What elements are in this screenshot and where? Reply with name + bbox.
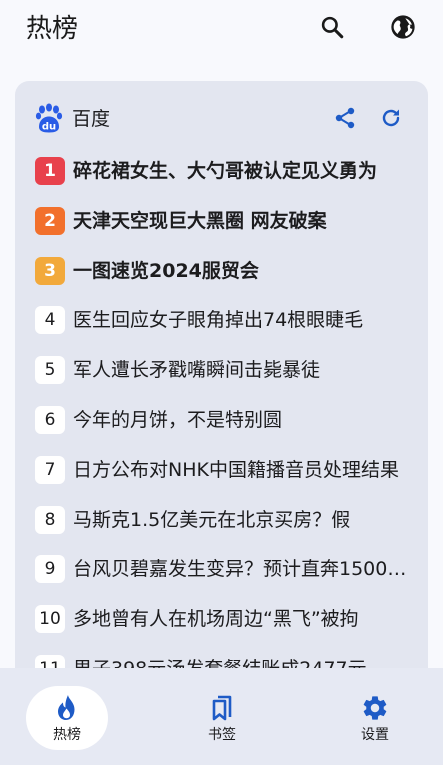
nav-bookmarks[interactable]: 书签 (181, 686, 263, 750)
item-title: 今年的月饼，不是特别圆 (73, 408, 283, 431)
list-item[interactable]: 4 医生回应女子眼角掉出74根眼睫毛 (15, 306, 428, 356)
rank-badge: 5 (35, 356, 65, 385)
gear-icon (361, 694, 389, 722)
list-item[interactable]: 1 碎花裙女生、大勺哥被认定见义勇为 (15, 157, 428, 207)
item-title: 医生回应女子眼角掉出74根眼睫毛 (73, 309, 364, 332)
rank-badge: 8 (35, 505, 65, 534)
rank-badge: 4 (35, 306, 65, 335)
refresh-icon[interactable] (378, 105, 404, 131)
app-root: 热榜 du 百度 1 碎花裙女生、大勺哥被认定见义勇为 2 天津天空现巨大黑圈 … (0, 0, 443, 765)
rank-badge: 7 (35, 455, 65, 484)
nav-hot-label: 热榜 (53, 727, 81, 743)
page-title: 热榜 (26, 14, 79, 44)
hot-list: 1 碎花裙女生、大勺哥被认定见义勇为 2 天津天空现巨大黑圈 网友破案 3 一图速览202… (15, 157, 428, 705)
list-item[interactable]: 5 军人遭长矛戳嘴瞬间击毙暴徒 (15, 356, 428, 406)
hot-list-card: du 百度 1 碎花裙女生、大勺哥被认定见义勇为 2 天津天空现巨大黑圈 网友破… (15, 81, 428, 765)
globe-icon[interactable] (388, 12, 418, 42)
rank-badge: 2 (35, 206, 65, 235)
search-icon[interactable] (317, 12, 347, 42)
item-title: 日方公布对NHK中国籍播音员处理结果 (73, 458, 399, 481)
bottom-nav: 热榜 书签 设置 (0, 668, 443, 765)
rank-badge: 9 (35, 555, 65, 584)
item-title: 军人遭长矛戳嘴瞬间击毙暴徒 (73, 359, 321, 382)
card-header: du 百度 (15, 81, 428, 157)
item-title: 马斯克1.5亿美元在北京买房？假 (73, 508, 351, 531)
list-item[interactable]: 7 日方公布对NHK中国籍播音员处理结果 (15, 455, 428, 506)
item-title: 一图速览2024服贸会 (73, 259, 259, 282)
baidu-logo: du (35, 103, 63, 133)
nav-settings-label: 设置 (361, 727, 389, 743)
item-title: 碎花裙女生、大勺哥被认定见义勇为 (73, 160, 378, 182)
list-item[interactable]: 3 一图速览2024服贸会 (15, 256, 428, 307)
nav-bookmarks-label: 书签 (208, 727, 236, 743)
nav-settings[interactable]: 设置 (334, 686, 416, 750)
rank-badge: 10 (35, 605, 65, 634)
list-item[interactable]: 10 多地曾有人在机场周边“黑飞”被拘 (15, 605, 428, 655)
baidu-logo-text: du (42, 122, 56, 133)
rank-badge: 3 (35, 256, 65, 285)
list-item[interactable]: 6 今年的月饼，不是特别圆 (15, 405, 428, 456)
source-name: 百度 (72, 108, 111, 130)
item-title: 台风贝碧嘉发生变异？预计直奔1500公里 (73, 558, 408, 581)
item-title: 天津天空现巨大黑圈 网友破案 (73, 209, 327, 232)
top-bar: 热榜 (0, 0, 443, 58)
list-item[interactable]: 9 台风贝碧嘉发生变异？预计直奔1500公里 (15, 555, 428, 605)
bookmarks-icon (208, 694, 236, 722)
flame-icon (53, 694, 81, 722)
rank-badge: 6 (35, 405, 65, 434)
rank-badge: 1 (35, 157, 65, 185)
list-item[interactable]: 2 天津天空现巨大黑圈 网友破案 (15, 206, 428, 257)
list-item[interactable]: 8 马斯克1.5亿美元在北京买房？假 (15, 505, 428, 556)
nav-hot[interactable]: 热榜 (26, 686, 108, 750)
share-icon[interactable] (332, 105, 358, 131)
item-title: 多地曾有人在机场周边“黑飞”被拘 (73, 608, 359, 631)
